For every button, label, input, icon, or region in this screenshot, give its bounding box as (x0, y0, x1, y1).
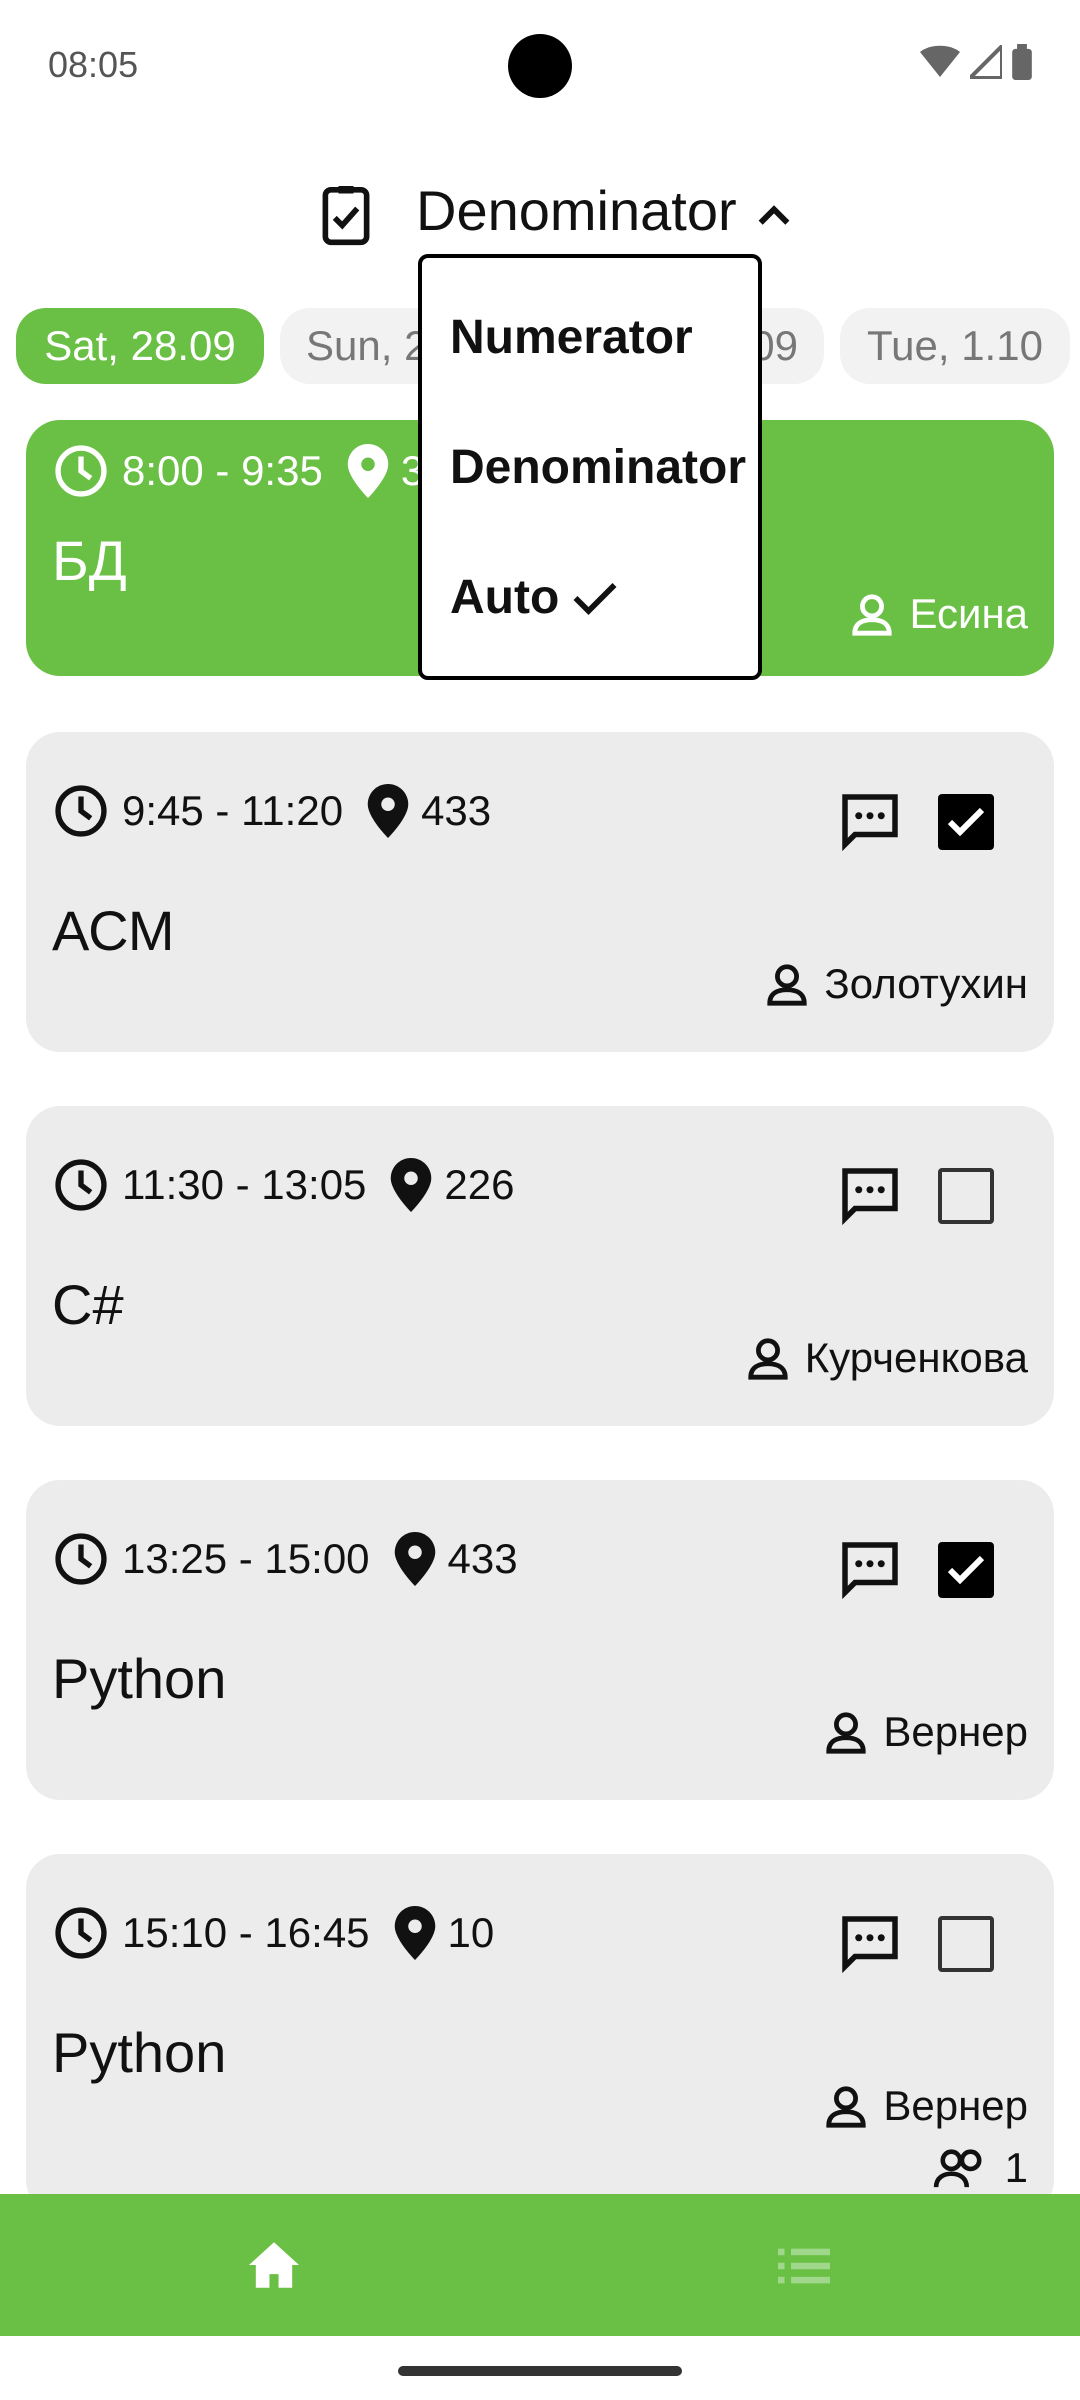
camera-cutout (508, 34, 572, 98)
lesson-teacher: Вернер (883, 1708, 1028, 1755)
lesson-checkbox[interactable] (938, 794, 994, 850)
lesson-room: 433 (447, 1535, 518, 1582)
status-icons (920, 44, 1032, 80)
signal-icon (970, 45, 1002, 79)
lesson-time: 11:30 - 13:05 (122, 1161, 367, 1208)
comment-icon[interactable] (840, 1166, 900, 1226)
clock-icon (55, 1159, 107, 1211)
bottom-navigation (0, 2194, 1080, 2336)
phone-check-icon[interactable] (320, 186, 372, 246)
lesson-subject: АСМ (52, 899, 175, 962)
location-pin-icon (391, 1158, 432, 1212)
comment-icon[interactable] (840, 1914, 900, 1974)
lesson-teacher: Вернер (883, 2082, 1028, 2129)
lesson-room: 10 (447, 1909, 495, 1956)
lesson-card[interactable]: 11:30 - 13:05 226 C# Курченкова (26, 1106, 1054, 1426)
clock-icon (55, 785, 107, 837)
lesson-teacher: Есина (909, 590, 1028, 637)
dropdown-option-denominator[interactable]: Denominator (450, 440, 746, 495)
dropdown-option-numerator[interactable]: Numerator (450, 310, 693, 365)
check-icon (947, 1555, 985, 1585)
lesson-subject: C# (52, 1273, 124, 1336)
person-icon (748, 1338, 788, 1380)
location-pin-icon (394, 1532, 435, 1586)
lesson-teacher: Курченкова (804, 1334, 1028, 1381)
lesson-subject: Python (52, 2021, 227, 2084)
comment-icon[interactable] (840, 1540, 900, 1600)
lesson-checkbox[interactable] (938, 1916, 994, 1972)
lesson-time: 13:25 - 15:00 (122, 1535, 370, 1582)
person-icon (826, 2086, 866, 2128)
checkmark-icon (573, 582, 617, 615)
clock-icon (55, 1907, 107, 1959)
clock-icon (55, 445, 107, 497)
lesson-card[interactable]: 9:45 - 11:20 433 АСМ Золотухин (26, 732, 1054, 1052)
lesson-card[interactable]: 13:25 - 15:00 433 Python Вернер (26, 1480, 1054, 1800)
lesson-time: 15:10 - 16:45 (122, 1909, 370, 1956)
check-icon (947, 807, 985, 837)
location-pin-icon (367, 784, 409, 838)
person-icon (767, 964, 808, 1006)
group-icon (933, 2149, 982, 2188)
date-chip-tue[interactable]: Tue, 1.10 (840, 308, 1070, 384)
dropdown-option-label: Denominator (450, 441, 747, 494)
lesson-time: 9:45 - 11:20 (122, 787, 344, 834)
comment-icon[interactable] (840, 792, 900, 852)
lesson-time: 8:00 - 9:35 (122, 447, 323, 494)
dropdown-option-auto[interactable]: Auto (450, 570, 621, 625)
home-indicator (398, 2366, 682, 2376)
lesson-room: 433 (421, 787, 492, 834)
lesson-group: 1 (1004, 2144, 1028, 2191)
lesson-checkbox[interactable] (938, 1168, 994, 1224)
person-icon (852, 594, 893, 636)
location-pin-icon (394, 1906, 435, 1960)
lesson-teacher: Золотухин (824, 960, 1028, 1007)
list-icon[interactable] (778, 2246, 830, 2286)
lesson-card[interactable]: 15:10 - 16:45 10 Python Вернер 1 (26, 1854, 1054, 2214)
battery-icon (1012, 44, 1032, 80)
week-type-selector[interactable]: Denominator (416, 178, 737, 243)
week-type-dropdown: Numerator Denominator Auto (418, 254, 762, 680)
lesson-room: 226 (444, 1161, 515, 1208)
location-pin-icon (347, 444, 389, 498)
status-time: 08:05 (48, 44, 139, 85)
person-icon (826, 1712, 866, 1754)
dropdown-option-label: Numerator (450, 311, 693, 364)
lesson-subject: БД (52, 529, 127, 592)
date-chip-sat[interactable]: Sat, 28.09 (16, 308, 264, 384)
dropdown-option-label: Auto (450, 571, 560, 624)
home-icon[interactable] (246, 2240, 302, 2290)
wifi-icon (920, 45, 960, 77)
chevron-up-icon[interactable] (754, 196, 794, 236)
lesson-checkbox[interactable] (938, 1542, 994, 1598)
lesson-subject: Python (52, 1647, 227, 1710)
clock-icon (55, 1533, 107, 1585)
